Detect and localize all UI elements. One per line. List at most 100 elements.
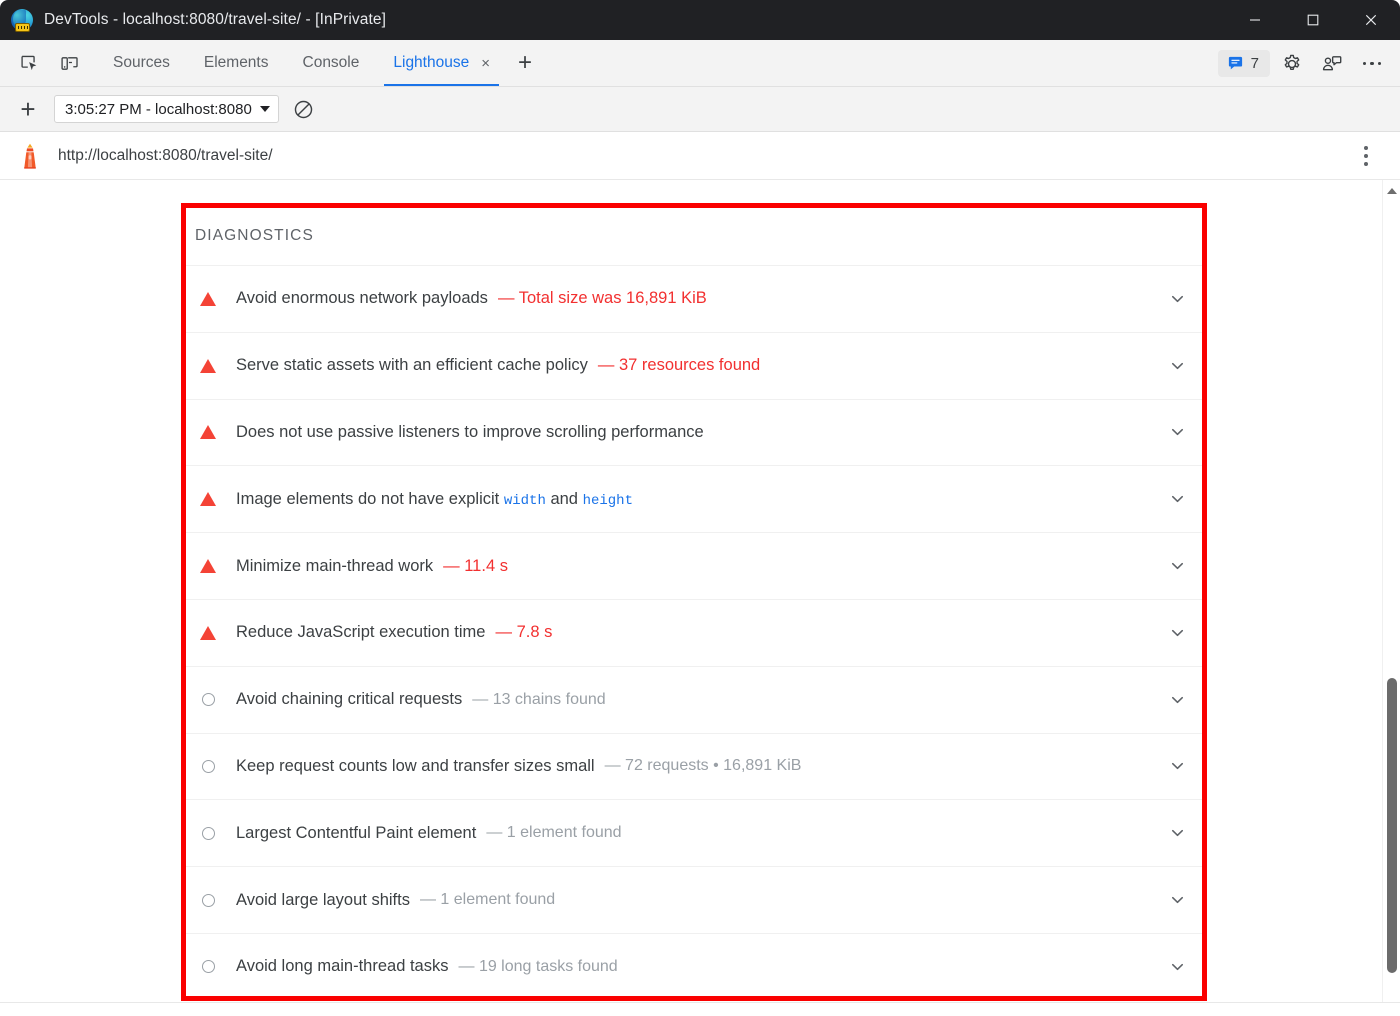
audit-value-text: 37 resources found [619,356,760,374]
audit-value-text: Total size was 16,891 KiB [519,289,707,307]
devtools-window: DevTools - localhost:8080/travel-site/ -… [0,0,1400,1016]
scroll-up-arrow-icon[interactable] [1383,182,1400,200]
chevron-down-icon[interactable] [1169,624,1186,641]
audit-value: — 19 long tasks found [458,958,617,976]
chevron-down-icon[interactable] [1169,290,1186,307]
inspect-element-icon[interactable] [12,47,46,79]
tab-sources[interactable]: Sources [96,40,187,86]
audit-value: — 13 chains found [472,691,605,709]
audit-title-code-height: height [583,493,633,509]
title-bar: DevTools - localhost:8080/travel-site/ -… [0,0,1400,40]
vertical-scrollbar[interactable] [1382,180,1400,1016]
report-content-area: DIAGNOSTICS Avoid enormous network paylo… [0,180,1400,1016]
audit-title-conjunction: and [550,490,578,508]
tab-console[interactable]: Console [286,40,377,86]
devtools-tab-bar: Sources Elements Console Lighthouse × + … [0,40,1400,87]
audit-value-text: 72 requests • 16,891 KiB [625,757,801,774]
add-tab-button[interactable]: + [507,40,543,86]
more-horizontal-icon[interactable] [1354,47,1390,81]
audit-title: Minimize main-thread work [236,557,433,576]
audit-value-text: 19 long tasks found [479,958,618,975]
audit-row[interactable]: Does not use passive listeners to improv… [181,399,1206,466]
audit-row[interactable]: Serve static assets with an efficient ca… [181,332,1206,399]
audit-dash: — [472,691,488,708]
device-toolbar-icon[interactable] [52,47,86,79]
audit-row[interactable]: Avoid enormous network payloads — Total … [181,265,1206,332]
audit-row[interactable]: Avoid large layout shifts — 1 element fo… [181,866,1206,933]
fail-triangle-icon [195,292,221,306]
chevron-down-icon[interactable] [1169,691,1186,708]
window-controls [1226,0,1400,40]
feedback-person-icon[interactable] [1314,47,1350,81]
chevron-down-icon[interactable] [1169,892,1186,909]
audit-row[interactable]: Keep request counts low and transfer siz… [181,733,1206,800]
audit-value-text: 11.4 s [464,557,508,575]
scrollbar-thumb[interactable] [1387,678,1397,973]
audit-row[interactable]: Largest Contentful Paint element — 1 ele… [181,799,1206,866]
info-circle-icon [195,960,221,973]
chevron-down-icon[interactable] [1169,558,1186,575]
audit-row[interactable]: Avoid chaining critical requests — 13 ch… [181,666,1206,733]
diagnostics-audit-list: Avoid enormous network payloads — Total … [181,265,1206,1000]
chevron-down-icon[interactable] [1169,958,1186,975]
window-title: DevTools - localhost:8080/travel-site/ -… [44,11,386,29]
audit-value: — 1 element found [420,891,555,909]
audit-value: — Total size was 16,891 KiB [498,289,707,308]
clear-no-entry-icon[interactable] [289,94,319,124]
audit-dash: — [605,757,621,774]
chevron-down-icon[interactable] [1169,424,1186,441]
tab-label: Console [303,54,360,72]
chevron-down-icon[interactable] [1169,825,1186,842]
audit-title: Serve static assets with an efficient ca… [236,356,588,375]
audit-dash: — [420,891,436,908]
message-bubble-icon [1227,55,1244,72]
audit-title: Does not use passive listeners to improv… [236,423,704,442]
lighthouse-run-bar: + 3:05:27 PM - localhost:8080 [0,87,1400,132]
audit-title: Image elements do not have explicit widt… [236,490,633,509]
fail-triangle-icon [195,359,221,373]
audit-value-text: 13 chains found [493,691,606,708]
fail-triangle-icon [195,492,221,506]
info-circle-icon [195,894,221,907]
tab-label: Lighthouse [393,54,469,72]
audit-row[interactable]: Minimize main-thread work — 11.4 s [181,532,1206,599]
audit-dash: — [495,623,512,641]
audit-value: — 11.4 s [443,557,508,576]
audit-title: Keep request counts low and transfer siz… [236,757,595,776]
audit-title: Largest Contentful Paint element [236,824,476,843]
tab-close-icon[interactable]: × [481,56,490,71]
info-circle-icon [195,827,221,840]
tab-label: Sources [113,54,170,72]
report-url-bar: http://localhost:8080/travel-site/ [0,132,1400,180]
messages-count: 7 [1251,55,1259,72]
diagnostics-card: DIAGNOSTICS Avoid enormous network paylo… [181,205,1206,1000]
audit-row[interactable]: Image elements do not have explicit widt… [181,465,1206,532]
chevron-down-icon[interactable] [1169,758,1186,775]
tab-lighthouse[interactable]: Lighthouse × [376,40,507,86]
tab-list: Sources Elements Console Lighthouse × + [96,40,543,86]
close-button[interactable] [1342,0,1400,40]
info-circle-icon [195,693,221,706]
audit-row[interactable]: Reduce JavaScript execution time — 7.8 s [181,599,1206,666]
messages-badge[interactable]: 7 [1218,50,1270,77]
audit-dash: — [598,356,615,374]
audit-value: — 72 requests • 16,891 KiB [605,757,802,775]
audit-value-text: 1 element found [507,824,622,841]
chevron-down-icon[interactable] [1169,491,1186,508]
diagnostics-heading: DIAGNOSTICS [181,205,1206,265]
report-selector-dropdown[interactable]: 3:05:27 PM - localhost:8080 [54,95,279,123]
audit-dash: — [486,824,502,841]
minimize-button[interactable] [1226,0,1284,40]
tab-elements[interactable]: Elements [187,40,286,86]
tab-bar-actions: 7 [1218,40,1390,87]
audit-dash: — [498,289,515,307]
audit-title: Avoid chaining critical requests [236,690,462,709]
gear-icon[interactable] [1274,47,1310,81]
audit-value-text: 1 element found [440,891,555,908]
more-vertical-icon[interactable] [1356,140,1376,172]
chevron-down-icon[interactable] [1169,357,1186,374]
audit-title: Avoid long main-thread tasks [236,957,448,976]
maximize-button[interactable] [1284,0,1342,40]
new-report-button[interactable]: + [12,93,44,125]
audit-row[interactable]: Avoid long main-thread tasks — 19 long t… [181,933,1206,1000]
